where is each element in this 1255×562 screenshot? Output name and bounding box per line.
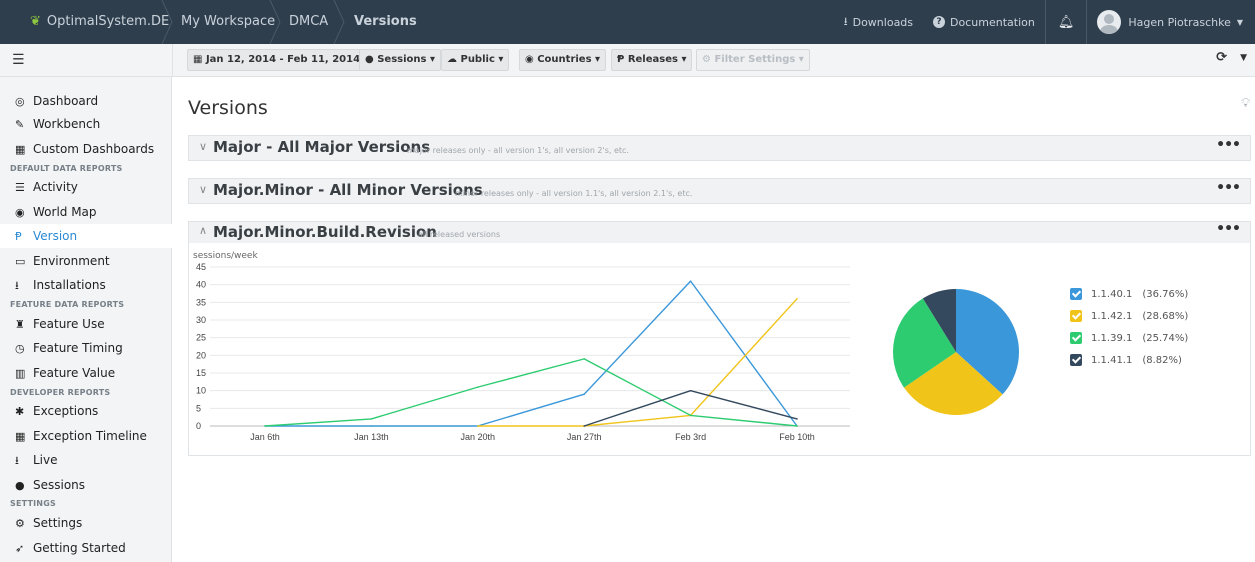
x-tick-label: Feb 3rd bbox=[675, 432, 706, 442]
data-point bbox=[264, 425, 266, 427]
legend-item[interactable]: 1.1.41.1 (8.82%) bbox=[1070, 349, 1188, 371]
charts-canvas: sessions/week 0 5 10 15 20 25 30 35 40 45 Jan 6th Ja… bbox=[193, 251, 1020, 442]
legend-item[interactable]: 1.1.39.1 (25.74%) bbox=[1070, 327, 1188, 349]
data-point bbox=[370, 425, 373, 427]
data-point bbox=[796, 298, 798, 300]
legend-percentage: (36.76%) bbox=[1142, 288, 1189, 300]
legend-percentage: (8.82%) bbox=[1142, 354, 1182, 366]
series-line-1.1.40.1 bbox=[265, 280, 798, 427]
data-point bbox=[689, 414, 692, 417]
data-point bbox=[370, 418, 373, 420]
y-tick-label: 30 bbox=[196, 315, 206, 325]
data-point bbox=[477, 425, 479, 427]
legend-label: 1.1.42.1 bbox=[1091, 310, 1133, 322]
y-tick-label: 0 bbox=[196, 421, 201, 431]
legend-item[interactable]: 1.1.40.1 (36.76%) bbox=[1070, 283, 1188, 305]
x-tick-label: Feb 10th bbox=[779, 432, 815, 442]
data-point bbox=[689, 280, 692, 282]
legend-checkbox[interactable] bbox=[1070, 288, 1082, 300]
data-point bbox=[477, 386, 479, 388]
x-tick-label: Jan 13th bbox=[354, 432, 389, 442]
y-axis-label: sessions/week bbox=[193, 251, 258, 261]
data-point bbox=[796, 418, 798, 420]
series-line-1.1.39.1 bbox=[264, 358, 798, 427]
legend-label: 1.1.40.1 bbox=[1091, 288, 1133, 300]
y-tick-label: 15 bbox=[196, 368, 206, 378]
y-tick-label: 5 bbox=[196, 403, 201, 413]
legend-checkbox[interactable] bbox=[1070, 310, 1082, 322]
y-tick-label: 40 bbox=[196, 280, 206, 290]
legend-checkbox[interactable] bbox=[1070, 332, 1082, 344]
x-tick-label: Jan 20th bbox=[461, 432, 496, 442]
legend-label: 1.1.41.1 bbox=[1091, 354, 1133, 366]
legend-item[interactable]: 1.1.42.1 (28.68%) bbox=[1070, 305, 1188, 327]
data-point bbox=[583, 393, 585, 396]
legend-percentage: (28.68%) bbox=[1142, 310, 1189, 322]
data-point bbox=[583, 358, 585, 360]
y-tick-label: 10 bbox=[196, 386, 206, 396]
data-point bbox=[689, 389, 692, 392]
x-tick-label: Jan 27th bbox=[567, 432, 602, 442]
x-tick-label: Jan 6th bbox=[250, 432, 280, 442]
legend-percentage: (25.74%) bbox=[1142, 332, 1189, 344]
y-tick-label: 25 bbox=[196, 333, 206, 343]
data-point bbox=[583, 425, 585, 427]
data-point bbox=[796, 425, 798, 427]
y-tick-label: 45 bbox=[196, 262, 206, 272]
legend-label: 1.1.39.1 bbox=[1091, 332, 1133, 344]
y-tick-label: 35 bbox=[196, 297, 206, 307]
y-tick-label: 20 bbox=[196, 350, 206, 360]
pie-legend: 1.1.40.1 (36.76%) 1.1.42.1 (28.68%) 1.1.39.1… bbox=[1070, 283, 1188, 371]
legend-checkbox[interactable] bbox=[1070, 354, 1082, 366]
